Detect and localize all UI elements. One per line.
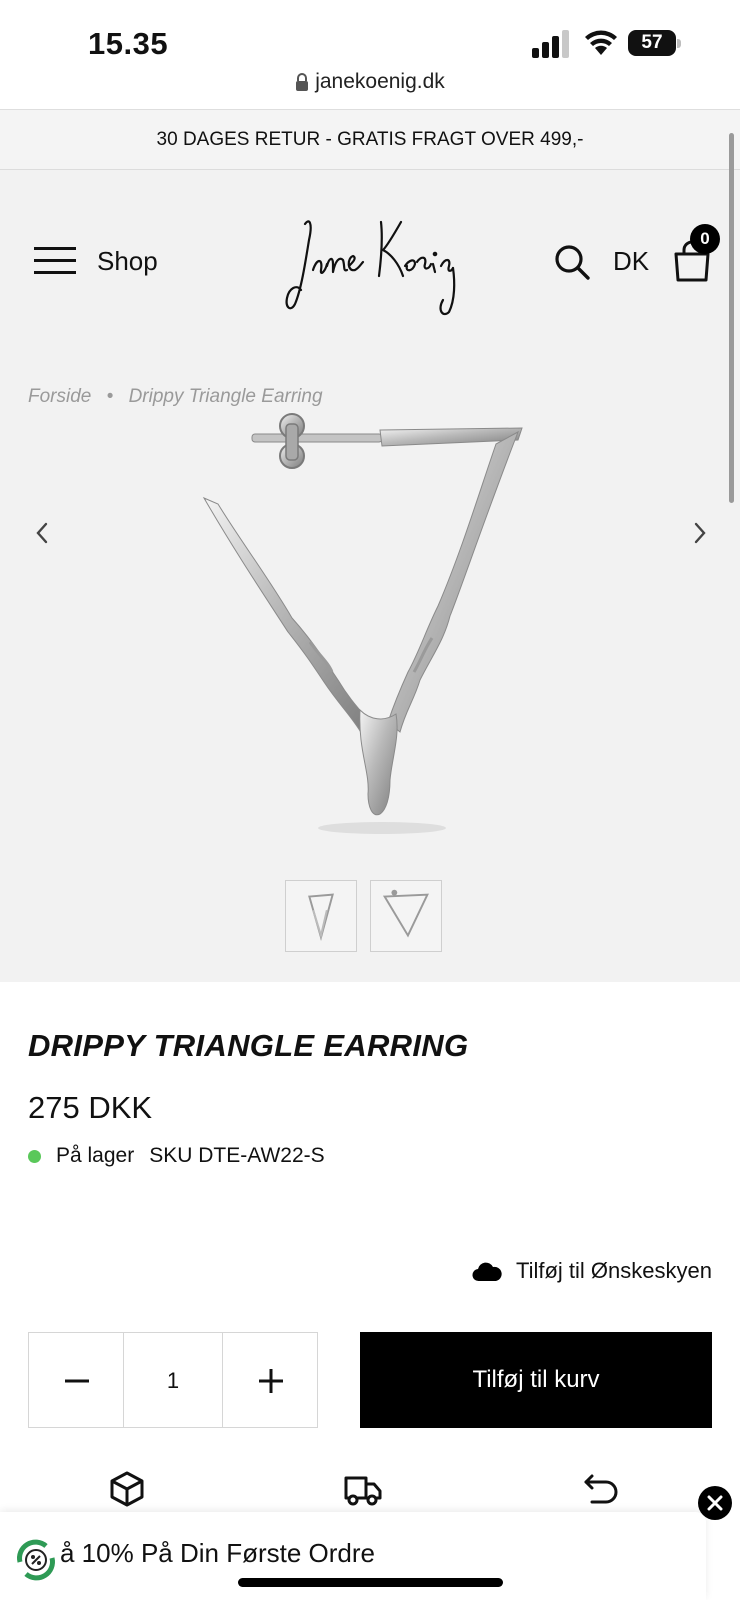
quantity-stepper: 1 <box>28 1332 318 1428</box>
search-icon[interactable] <box>553 243 591 281</box>
cloud-icon <box>472 1262 502 1282</box>
earring-thumbnail-icon <box>308 893 334 942</box>
close-icon <box>707 1495 723 1511</box>
battery-level: 57 <box>628 30 676 56</box>
discount-badge-icon <box>17 1539 55 1581</box>
quantity-input[interactable]: 1 <box>124 1332 222 1428</box>
stock-status: På lager <box>56 1144 135 1167</box>
previous-image-arrow-icon[interactable] <box>32 518 52 548</box>
minus-icon <box>65 1379 89 1383</box>
plus-icon <box>259 1369 283 1393</box>
hamburger-menu-icon[interactable] <box>34 245 78 277</box>
breadcrumb-current: Drippy Triangle Earring <box>128 386 323 407</box>
in-stock-dot-icon <box>28 1149 41 1163</box>
thumbnail-2[interactable] <box>370 880 442 952</box>
delivery-truck-icon <box>344 1476 382 1506</box>
product-sku: SKU DTE-AW22-S <box>149 1144 325 1167</box>
breadcrumb: Forside • Drippy Triangle Earring <box>28 386 333 408</box>
return-arrow-icon <box>584 1474 618 1504</box>
lock-icon <box>296 73 309 91</box>
home-indicator[interactable] <box>238 1578 503 1587</box>
cart-count-badge: 0 <box>690 224 720 254</box>
earring-thumbnail-icon <box>382 889 429 938</box>
decrease-quantity-button[interactable] <box>28 1332 124 1428</box>
promo-banner: 30 DAGES RETUR - GRATIS FRAGT OVER 499,- <box>0 110 740 170</box>
increase-quantity-button[interactable] <box>222 1332 318 1428</box>
product-image <box>202 413 523 834</box>
page-scrollbar[interactable] <box>729 133 734 503</box>
discount-popup-text: å 10% På Din Første Ordre <box>60 1538 375 1568</box>
shop-menu-button[interactable]: Shop <box>97 246 158 277</box>
next-image-arrow-icon[interactable] <box>690 518 710 548</box>
wifi-icon <box>585 30 617 55</box>
product-gallery: Forside • Drippy Triangle Earring <box>0 370 740 982</box>
url-text: janekoenig.dk <box>315 70 445 93</box>
add-to-cart-button[interactable]: Tilføj til kurv <box>360 1332 712 1428</box>
brand-logo[interactable] <box>283 210 461 318</box>
product-title: DRIPPY TRIANGLE EARRING <box>28 1028 469 1063</box>
site-header: Shop DK 0 <box>0 170 740 370</box>
status-time: 15.35 <box>88 26 169 61</box>
product-price: 275 DKK <box>28 1090 153 1125</box>
breadcrumb-separator: • <box>106 386 114 407</box>
add-to-wishlist-button[interactable]: Tilføj til Ønskeskyen <box>472 1258 712 1284</box>
battery-icon: 57 <box>628 30 681 56</box>
stock-row: På lager SKU DTE-AW22-S <box>28 1144 325 1168</box>
language-selector[interactable]: DK <box>613 246 649 277</box>
close-popup-button[interactable] <box>698 1486 732 1520</box>
wishlist-label: Tilføj til Ønskeskyen <box>515 1258 712 1283</box>
thumbnail-1[interactable] <box>285 880 357 952</box>
cellular-signal-icon <box>532 30 569 58</box>
browser-url-bar[interactable]: janekoenig.dk <box>0 64 740 110</box>
breadcrumb-home[interactable]: Forside <box>28 386 91 407</box>
package-icon <box>110 1471 144 1507</box>
